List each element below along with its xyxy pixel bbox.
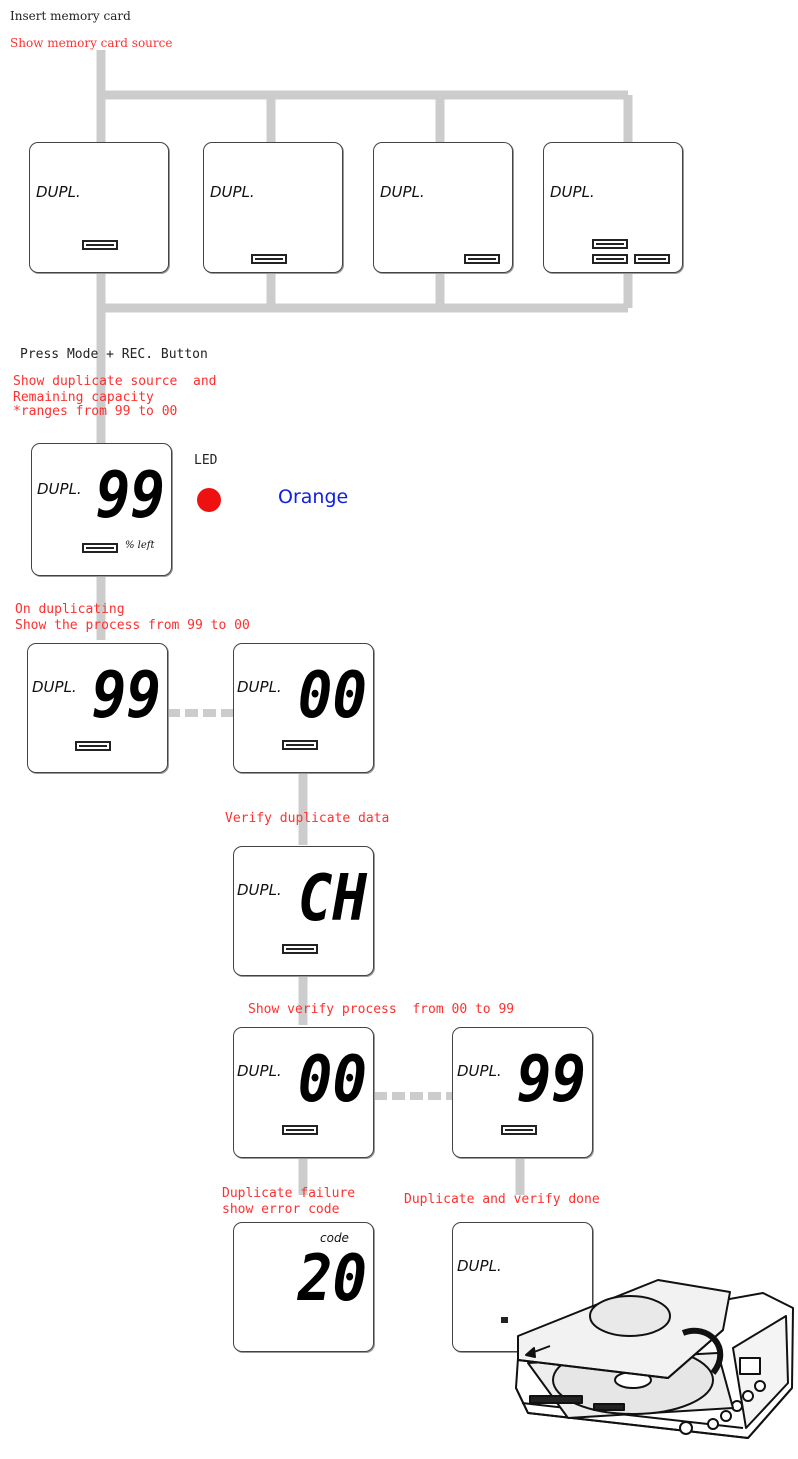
orange-label: Orange xyxy=(278,486,349,508)
show-source-label: Show memory card source xyxy=(10,36,173,50)
dupl-label: DUPL. xyxy=(237,678,282,696)
duplicator-device-icon xyxy=(515,1279,794,1439)
dupl-label: DUPL. xyxy=(36,183,81,201)
remaining-capacity-label: Remaining capacity xyxy=(13,390,154,405)
memory-card-icon xyxy=(501,1125,537,1135)
verify-display: DUPL. CH xyxy=(233,846,374,976)
error-code-display: code 20 xyxy=(233,1222,374,1352)
capacity-digits: 99 xyxy=(95,459,165,533)
dup-failure-label: Duplicate failure xyxy=(222,1186,356,1201)
memory-card-icon xyxy=(251,254,287,264)
memory-card-icon xyxy=(82,240,118,250)
show-process-label: Show the process from 99 to 00 xyxy=(15,618,250,633)
error-code-digits: 20 xyxy=(297,1242,367,1316)
dupl-label: DUPL. xyxy=(32,678,77,696)
memory-card-icon xyxy=(634,254,670,264)
show-error-label: show error code xyxy=(222,1202,340,1217)
verify-progress-digits: 99 xyxy=(516,1043,586,1117)
memory-card-icon xyxy=(282,944,318,954)
press-button-label: Press Mode + REC. Button xyxy=(20,347,208,362)
verify-display-99: DUPL. 99 xyxy=(452,1027,593,1158)
verify-data-label: Verify duplicate data xyxy=(225,811,390,826)
on-duplicating-label: On duplicating xyxy=(15,602,125,617)
dupl-label: DUPL. xyxy=(380,183,425,201)
memory-card-icon xyxy=(464,254,500,264)
duplicating-display-99: DUPL. 99 xyxy=(27,643,168,773)
source-display-2: DUPL. xyxy=(203,142,343,273)
dupl-label: DUPL. xyxy=(237,881,282,899)
dupl-label: DUPL. xyxy=(210,183,255,201)
source-display-4: DUPL. xyxy=(543,142,683,273)
dupl-label: DUPL. xyxy=(457,1257,502,1275)
show-verify-label: Show verify process from 00 to 99 xyxy=(248,1002,515,1017)
progress-digits: 99 xyxy=(91,659,161,733)
dupl-label: DUPL. xyxy=(550,183,595,201)
memory-card-icon xyxy=(282,740,318,750)
memory-card-icon xyxy=(282,1125,318,1135)
memory-card-icon xyxy=(592,254,628,264)
dupl-label: DUPL. xyxy=(237,1062,282,1080)
insert-card-label: Insert memory card xyxy=(10,9,131,23)
led-indicator-icon xyxy=(197,488,221,512)
dup-done-label: Duplicate and verify done xyxy=(404,1192,600,1207)
small-card-icon xyxy=(501,1317,508,1323)
source-display-1: DUPL. xyxy=(29,142,169,273)
duplicating-display-00: DUPL. 00 xyxy=(233,643,374,773)
memory-card-icon xyxy=(75,741,111,751)
percent-left-label: % left xyxy=(125,540,155,551)
dupl-label: DUPL. xyxy=(457,1062,502,1080)
verify-display-00: DUPL. 00 xyxy=(233,1027,374,1158)
capacity-display: DUPL. 99 % left xyxy=(31,443,172,576)
led-label: LED xyxy=(194,453,218,468)
memory-card-icon xyxy=(82,543,118,553)
ranges-label: *ranges from 99 to 00 xyxy=(13,404,178,419)
show-dup-source-label: Show duplicate source and xyxy=(13,374,217,389)
verify-progress-digits: 00 xyxy=(297,1043,367,1117)
source-display-3: DUPL. xyxy=(373,142,513,273)
dupl-label: DUPL. xyxy=(37,480,82,498)
verify-code-digits: CH xyxy=(297,862,367,936)
progress-digits: 00 xyxy=(297,659,367,733)
memory-card-icon xyxy=(592,239,628,249)
